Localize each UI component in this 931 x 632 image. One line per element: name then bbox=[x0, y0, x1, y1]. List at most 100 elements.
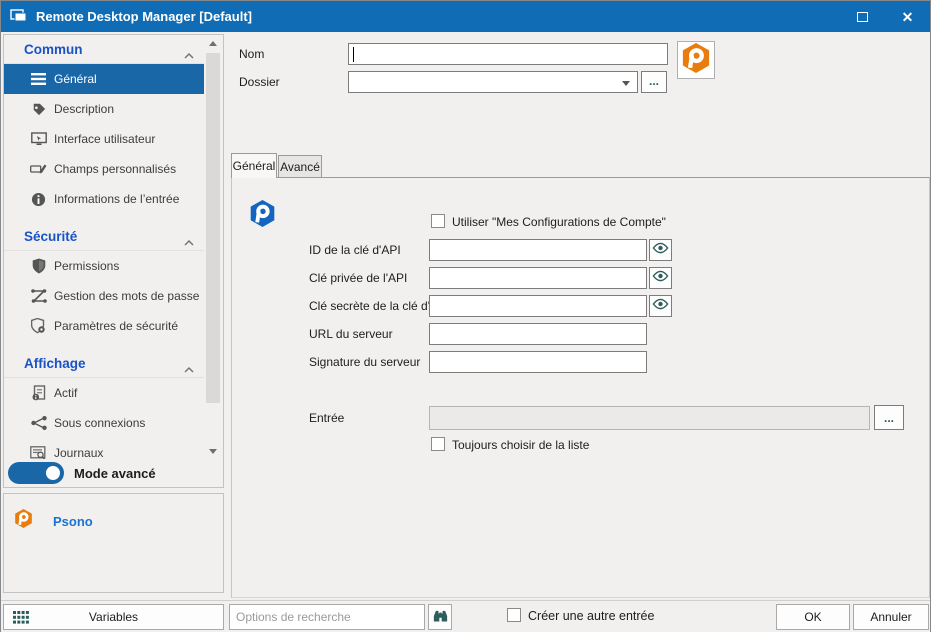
create-another-checkbox[interactable] bbox=[507, 608, 521, 622]
use-account-config-label: Utiliser "Mes Configurations de Compte" bbox=[452, 215, 666, 229]
close-button[interactable]: ✕ bbox=[885, 1, 930, 32]
maximize-icon bbox=[857, 12, 868, 22]
sidebar-item-actif[interactable]: Actif bbox=[4, 378, 204, 408]
sidebar-item-general[interactable]: Général bbox=[4, 64, 204, 94]
sidebar-item-interface-utilisateur[interactable]: Interface utilisateur bbox=[4, 124, 204, 154]
eye-icon bbox=[652, 269, 669, 287]
password-path-icon bbox=[30, 288, 47, 305]
chevron-up-icon bbox=[184, 233, 194, 251]
sidebar-item-description[interactable]: Description bbox=[4, 94, 204, 124]
api-private-key-reveal-button[interactable] bbox=[649, 267, 672, 289]
titlebar: Remote Desktop Manager [Default] ✕ bbox=[1, 1, 930, 32]
tab-avance[interactable]: Avancé bbox=[278, 155, 322, 178]
variables-button-label: Variables bbox=[89, 610, 138, 624]
sidebar-item-permissions[interactable]: Permissions bbox=[4, 251, 204, 281]
tab-general[interactable]: Général bbox=[231, 153, 277, 178]
psono-plugin-label: Psono bbox=[53, 514, 93, 529]
scrollbar-thumb[interactable] bbox=[206, 53, 220, 403]
maximize-button[interactable] bbox=[840, 1, 885, 32]
server-url-label: URL du serveur bbox=[309, 327, 393, 341]
always-choose-checkbox[interactable] bbox=[431, 437, 445, 451]
section-header-commun[interactable]: Commun bbox=[4, 35, 204, 64]
search-button[interactable] bbox=[428, 604, 452, 630]
variables-grid-icon bbox=[13, 611, 29, 627]
scroll-down-icon[interactable] bbox=[204, 444, 222, 459]
entry-type-logo-box bbox=[677, 41, 715, 79]
scroll-up-icon[interactable] bbox=[204, 36, 222, 51]
cancel-button[interactable]: Annuler bbox=[853, 604, 929, 630]
sidebar-item-label: Général bbox=[54, 72, 97, 86]
server-url-input[interactable] bbox=[429, 323, 647, 345]
advanced-mode-toggle[interactable] bbox=[8, 462, 64, 484]
eye-icon bbox=[652, 241, 669, 259]
server-signature-label: Signature du serveur bbox=[309, 355, 420, 369]
api-private-key-input[interactable] bbox=[429, 267, 647, 289]
sidebar-item-label: Actif bbox=[54, 386, 77, 400]
sidebar-item-informations-entree[interactable]: Informations de l’entrée bbox=[4, 184, 204, 214]
window-title: Remote Desktop Manager [Default] bbox=[36, 9, 252, 24]
psono-logo-orange-icon bbox=[14, 508, 33, 534]
sidebar-item-label: Gestion des mots de passe bbox=[54, 289, 199, 303]
remote-desktop-manager-window: Remote Desktop Manager [Default] ✕ Commu… bbox=[0, 0, 931, 632]
create-another-label: Créer une autre entrée bbox=[528, 609, 654, 623]
folder-combobox[interactable] bbox=[348, 71, 638, 93]
shield-icon bbox=[30, 258, 47, 275]
section-header-securite[interactable]: Sécurité bbox=[4, 222, 204, 251]
section-header-affichage[interactable]: Affichage bbox=[4, 349, 204, 378]
sidebar-item-label: Sous connexions bbox=[54, 416, 145, 430]
variables-button[interactable]: Variables bbox=[3, 604, 224, 630]
sidebar-item-parametres-securite[interactable]: Paramètres de sécurité bbox=[4, 311, 204, 341]
use-account-config-checkbox[interactable] bbox=[431, 214, 445, 228]
sidebar-item-label: Paramètres de sécurité bbox=[54, 319, 178, 333]
binoculars-icon bbox=[432, 609, 449, 626]
text-caret bbox=[353, 47, 354, 62]
sidebar-item-label: Description bbox=[54, 102, 114, 116]
toggle-knob bbox=[46, 466, 60, 480]
psono-plugin-panel[interactable]: Psono bbox=[3, 493, 224, 593]
eye-icon bbox=[652, 297, 669, 315]
psono-logo-blue-icon bbox=[249, 199, 276, 233]
sidebar-item-journaux[interactable]: Journaux bbox=[4, 438, 204, 459]
footer-bar: Variables Créer une autre entrée OK Annu… bbox=[1, 600, 930, 632]
tag-icon bbox=[30, 101, 47, 118]
document-info-icon bbox=[30, 385, 47, 402]
share-icon bbox=[30, 415, 47, 432]
advanced-mode-row: Mode avancé bbox=[4, 459, 223, 487]
search-input[interactable] bbox=[229, 604, 425, 630]
api-key-id-input[interactable] bbox=[429, 239, 647, 261]
api-key-id-reveal-button[interactable] bbox=[649, 239, 672, 261]
sidebar-item-champs-personnalises[interactable]: Champs personnalisés bbox=[4, 154, 204, 184]
entry-label: Entrée bbox=[309, 411, 344, 425]
name-input[interactable] bbox=[348, 43, 668, 65]
monitor-icon bbox=[30, 131, 47, 148]
server-signature-input[interactable] bbox=[429, 351, 647, 373]
chevron-up-icon bbox=[184, 46, 194, 64]
always-choose-label: Toujours choisir de la liste bbox=[452, 438, 589, 452]
info-icon bbox=[30, 191, 47, 208]
sidebar-item-label: Informations de l’entrée bbox=[54, 192, 179, 206]
api-private-key-label: Clé privée de l'API bbox=[309, 271, 407, 285]
api-secret-key-reveal-button[interactable] bbox=[649, 295, 672, 317]
api-secret-key-input[interactable] bbox=[429, 295, 647, 317]
log-search-icon bbox=[30, 445, 47, 460]
field-edit-icon bbox=[30, 161, 47, 178]
folder-browse-button[interactable]: ... bbox=[641, 71, 667, 93]
sidebar-scrollbar[interactable] bbox=[204, 36, 222, 459]
sidebar-item-label: Interface utilisateur bbox=[54, 132, 155, 146]
shield-gear-icon bbox=[30, 318, 47, 335]
sidebar-item-label: Journaux bbox=[54, 446, 103, 459]
sidebar-item-sous-connexions[interactable]: Sous connexions bbox=[4, 408, 204, 438]
folder-label: Dossier bbox=[239, 75, 280, 89]
api-key-id-label: ID de la clé d'API bbox=[309, 243, 401, 257]
advanced-mode-label: Mode avancé bbox=[74, 466, 156, 481]
ok-button[interactable]: OK bbox=[776, 604, 850, 630]
entry-browse-button[interactable]: ... bbox=[874, 405, 904, 430]
combo-dropdown-icon[interactable] bbox=[622, 81, 630, 86]
settings-sidebar: Commun Général Description Interfac bbox=[3, 34, 224, 488]
app-window-icon bbox=[10, 9, 28, 24]
close-icon: ✕ bbox=[902, 10, 914, 24]
sidebar-item-gestion-mots-de-passe[interactable]: Gestion des mots de passe bbox=[4, 281, 204, 311]
name-label: Nom bbox=[239, 47, 264, 61]
menu-icon bbox=[30, 71, 47, 88]
chevron-up-icon bbox=[184, 360, 194, 378]
